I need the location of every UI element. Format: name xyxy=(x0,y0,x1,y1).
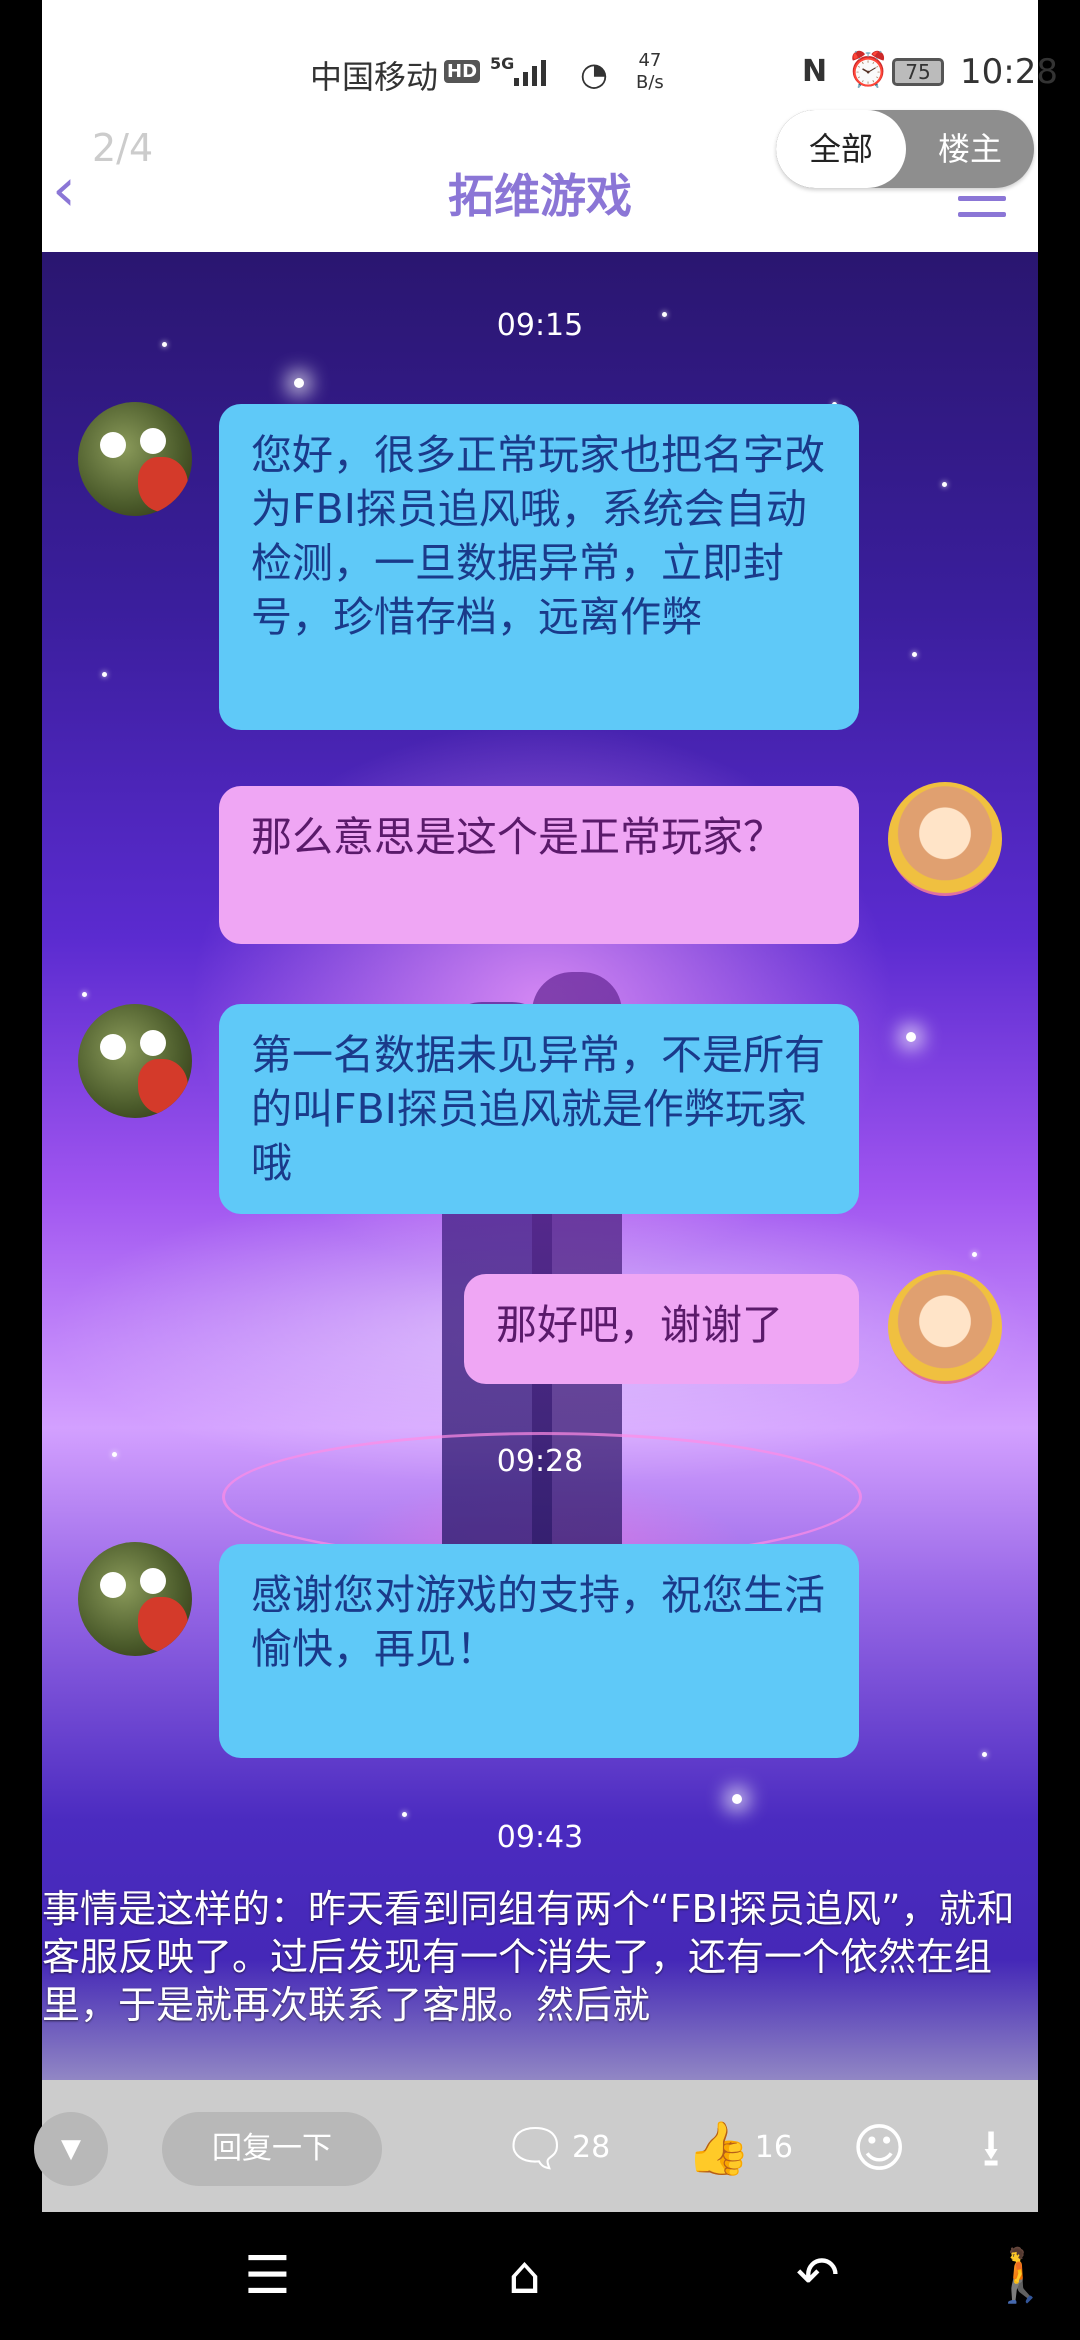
chevron-down-icon[interactable]: ▼ xyxy=(34,2112,108,2186)
chat-bubble-agent: 第一名数据未见异常，不是所有的叫FBI探员追风就是作弊玩家哦 xyxy=(219,1004,859,1214)
chat-time: 09:15 xyxy=(496,308,584,343)
hd-badge: HD xyxy=(444,60,481,83)
carrier-label: 中国移动 xyxy=(310,58,439,96)
page-indicator: 2/4 xyxy=(92,126,154,170)
chat-time: 09:43 xyxy=(496,1820,584,1855)
nfc-icon: N xyxy=(802,54,828,89)
menu-icon[interactable]: ☰ xyxy=(244,2248,291,2304)
network-type: 5G xyxy=(490,54,515,73)
filter-toggle[interactable]: 全部 楼主 xyxy=(776,110,1034,188)
system-nav-bar: ☰ ⌂ ↶ 🚶 xyxy=(0,2212,1080,2340)
comment-icon: 🗨 xyxy=(502,2118,569,2179)
wifi-icon: ◔ xyxy=(580,55,608,93)
download-icon: ⭳ xyxy=(982,2118,1001,2179)
signal-icon xyxy=(514,60,546,86)
speed-value: 47 xyxy=(638,50,662,71)
like-button[interactable]: 👍 16 xyxy=(686,2118,793,2179)
likes-count: 16 xyxy=(754,2130,793,2165)
chat-bubble-user: 那么意思是这个是正常玩家？ xyxy=(219,786,859,944)
clock: 10:28 xyxy=(960,52,1058,92)
comments-count: 28 xyxy=(572,2130,611,2165)
home-icon[interactable]: ⌂ xyxy=(508,2248,541,2304)
action-toolbar: ▼ 回复一下 🗨 28 👍 16 ☺ ⭳ xyxy=(34,2080,1038,2212)
accessibility-icon[interactable]: 🚶 xyxy=(988,2248,1053,2304)
speed-unit: B/s xyxy=(636,72,664,93)
post-text: 事情是这样的：昨天看到同组有两个“FBI探员追风”，就和客服反映了。过后发现有一… xyxy=(42,1887,1015,2027)
network-speed: 47 B/s xyxy=(636,50,664,94)
emoji-button[interactable]: ☺ xyxy=(852,2118,910,2179)
chat-bubble-agent: 您好，很多正常玩家也把名字改为FBI探员追风哦，系统会自动检测，一旦数据异常，立… xyxy=(219,404,859,730)
thumbs-up-icon: 👍 xyxy=(686,2118,751,2179)
toggle-all[interactable]: 全部 xyxy=(776,110,906,188)
emoji-add-icon: ☺ xyxy=(852,2118,907,2179)
agent-avatar xyxy=(78,1542,192,1656)
chat-time: 09:28 xyxy=(496,1444,584,1479)
alarm-icon: ⏰ xyxy=(847,50,890,90)
chat-bubble-agent: 感谢您对游戏的支持，祝您生活愉快，再见！ xyxy=(219,1544,859,1758)
back-icon[interactable]: ↶ xyxy=(796,2248,840,2304)
user-avatar xyxy=(888,782,1002,896)
toggle-owner[interactable]: 楼主 xyxy=(906,110,1034,188)
agent-avatar xyxy=(78,1004,192,1118)
chat-bubble-user: 那好吧，谢谢了 xyxy=(464,1274,859,1384)
reply-input[interactable]: 回复一下 xyxy=(162,2112,382,2186)
battery-icon: 75 xyxy=(892,58,944,86)
download-button[interactable]: ⭳ xyxy=(982,2118,1004,2179)
agent-avatar xyxy=(78,402,192,516)
user-avatar xyxy=(888,1270,1002,1384)
comments-button[interactable]: 🗨 28 xyxy=(502,2118,611,2179)
